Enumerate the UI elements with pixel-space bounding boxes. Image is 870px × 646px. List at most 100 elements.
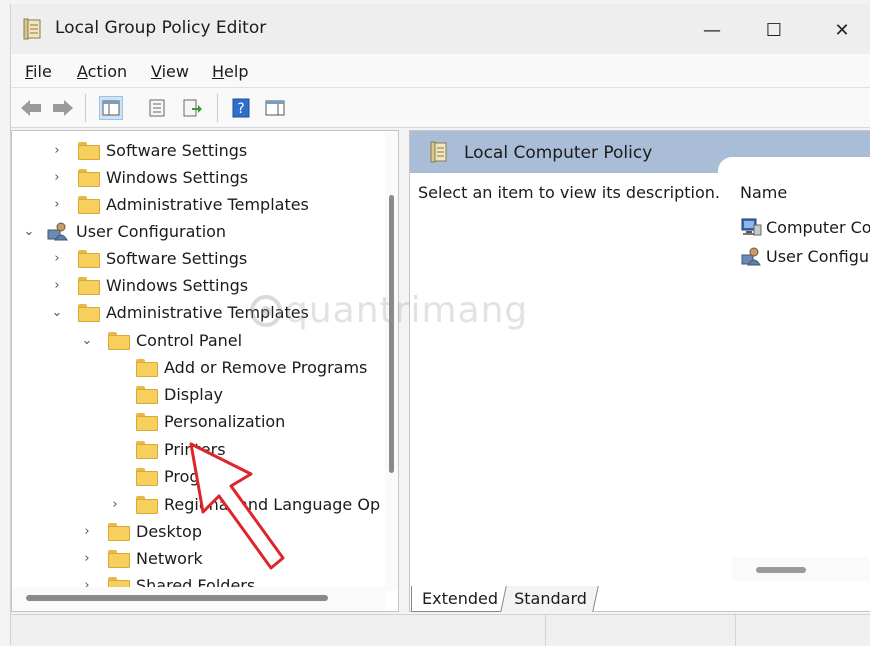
tree-item-label: Administrative Templates <box>106 194 309 214</box>
tree-item-control-panel[interactable]: ⌄ Control Panel <box>82 327 242 353</box>
window-title: Local Group Policy Editor <box>55 18 267 38</box>
menu-bar: File Action View Help <box>11 54 870 88</box>
view-tabs: Extended Standard <box>409 586 870 614</box>
folder-icon <box>108 332 130 350</box>
tree-item-label: Windows Settings <box>106 167 249 187</box>
chevron-right-icon[interactable]: › <box>50 278 64 293</box>
toolbar-separator <box>85 94 86 122</box>
details-header-title: Local Computer Policy <box>464 143 653 163</box>
tree-item-windows-settings[interactable]: › Windows Settings <box>52 272 248 298</box>
tree-item-windows-settings[interactable]: › Windows Settings <box>52 164 248 190</box>
list-item-user-configuration[interactable]: User Configur <box>740 244 870 268</box>
chevron-down-icon[interactable]: ⌄ <box>80 333 94 348</box>
folder-icon <box>78 277 100 295</box>
show-hide-tree-icon <box>102 100 120 116</box>
tree-item-personalization[interactable]: Personalization <box>136 408 285 434</box>
toolbar-separator <box>217 94 218 122</box>
forward-button[interactable] <box>51 96 75 120</box>
close-button[interactable]: ✕ <box>819 12 865 48</box>
list-item-label: User Configur <box>766 246 870 266</box>
tab-extended[interactable]: Extended <box>411 586 506 612</box>
computer-configuration-icon <box>741 218 762 236</box>
show-hide-tree-button[interactable] <box>99 96 123 120</box>
show-hide-action-pane-button[interactable] <box>263 96 287 120</box>
gpedit-window: Local Group Policy Editor — ☐ ✕ File Act… <box>10 4 870 646</box>
export-list-button[interactable] <box>181 96 205 120</box>
scrollbar-thumb[interactable] <box>756 567 806 573</box>
show-hide-action-pane-icon <box>265 100 285 116</box>
folder-icon <box>136 468 158 486</box>
tree-item-add-or-remove-programs[interactable]: Add or Remove Programs <box>136 354 367 380</box>
folder-icon <box>78 250 100 268</box>
minimize-button[interactable]: — <box>689 12 735 48</box>
toolbar: ? <box>11 88 870 128</box>
folder-icon <box>78 142 100 160</box>
folder-icon <box>136 496 158 514</box>
back-button[interactable] <box>19 96 43 120</box>
tree-item-label: Add or Remove Programs <box>164 357 368 377</box>
watermark-logo: quantrimang <box>249 290 528 331</box>
user-configuration-icon <box>47 222 68 241</box>
chevron-right-icon[interactable]: › <box>50 197 64 212</box>
tree-item-administrative-templates[interactable]: › Administrative Templates <box>52 191 309 217</box>
chevron-right-icon[interactable]: › <box>50 143 64 158</box>
folder-icon <box>78 169 100 187</box>
folder-icon <box>108 550 130 568</box>
help-button[interactable]: ? <box>229 96 253 120</box>
tree-vertical-scrollbar[interactable] <box>385 131 398 591</box>
tree-item-display[interactable]: Display <box>136 381 223 407</box>
folder-icon <box>136 441 158 459</box>
tree-item-label: Software Settings <box>106 140 248 160</box>
tree-item-software-settings[interactable]: › Software Settings <box>52 245 247 271</box>
watermark-logo-icon <box>250 295 282 327</box>
svg-text:?: ? <box>237 101 244 117</box>
list-item-label: Computer Co <box>766 217 870 237</box>
chevron-right-icon[interactable]: › <box>50 251 64 266</box>
folder-icon <box>136 359 158 377</box>
menu-action[interactable]: Action <box>77 62 127 81</box>
tab-standard-label: Standard <box>514 589 587 608</box>
tree-horizontal-scrollbar[interactable] <box>12 587 385 611</box>
properties-icon <box>149 99 165 117</box>
details-horizontal-scrollbar[interactable] <box>732 557 870 581</box>
scrollbar-thumb[interactable] <box>389 195 394 473</box>
tree-item-user-configuration[interactable]: ⌄ User Configuration <box>24 218 226 244</box>
watermark-text: quantrimang <box>285 290 529 331</box>
status-bar <box>11 614 870 646</box>
menu-view[interactable]: View <box>151 62 189 81</box>
back-arrow-icon <box>21 100 41 116</box>
menu-help[interactable]: Help <box>212 62 248 81</box>
folder-icon <box>78 304 100 322</box>
tree-item-label: Control Panel <box>136 330 243 350</box>
maximize-button[interactable]: ☐ <box>751 12 797 48</box>
chevron-right-icon[interactable]: › <box>50 170 64 185</box>
forward-arrow-icon <box>53 100 73 116</box>
description-text: Select an item to view its description. <box>418 183 720 202</box>
chevron-down-icon[interactable]: ⌄ <box>50 305 64 320</box>
column-header-name[interactable]: Name <box>740 183 787 202</box>
folder-icon <box>108 523 130 541</box>
chevron-down-icon[interactable]: ⌄ <box>22 224 36 239</box>
chevron-right-icon[interactable]: › <box>108 497 122 512</box>
tree-item-label: Windows Settings <box>106 275 249 295</box>
tree-item-label: Display <box>164 384 223 404</box>
chevron-right-icon[interactable]: › <box>80 551 94 566</box>
tab-standard[interactable]: Standard <box>500 586 599 612</box>
header-notch <box>718 157 870 177</box>
status-divider <box>735 615 736 646</box>
chevron-right-icon[interactable]: › <box>80 524 94 539</box>
folder-icon <box>78 196 100 214</box>
policy-document-icon <box>430 141 447 163</box>
user-configuration-icon <box>741 247 761 266</box>
folder-icon <box>136 413 158 431</box>
tree-item-software-settings[interactable]: › Software Settings <box>52 137 247 163</box>
tree-item-label: User Configuration <box>76 221 227 241</box>
annotation-arrow-icon <box>189 442 285 570</box>
title-bar: Local Group Policy Editor — ☐ ✕ <box>11 4 870 54</box>
list-item-computer-configuration[interactable]: Computer Co <box>740 215 870 239</box>
properties-button[interactable] <box>145 96 169 120</box>
folder-icon <box>136 386 158 404</box>
tree-item-label: Personalization <box>164 411 286 431</box>
menu-file[interactable]: File <box>25 62 52 81</box>
scrollbar-thumb[interactable] <box>26 595 328 601</box>
